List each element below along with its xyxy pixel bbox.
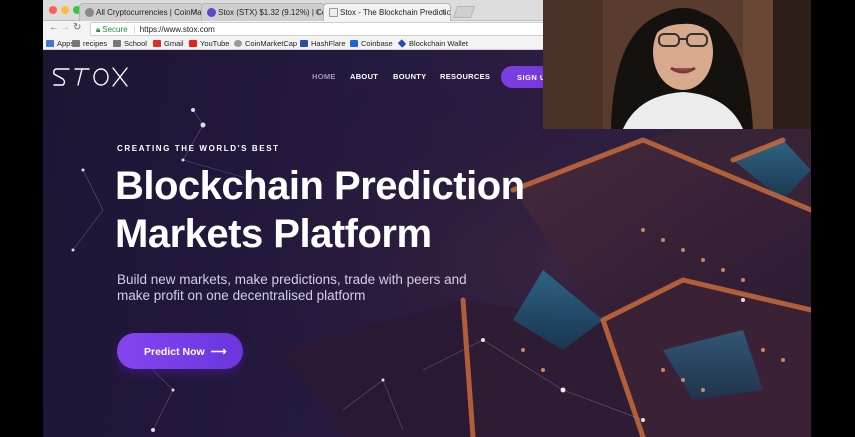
bookmark-label: YouTube [200,39,230,48]
bookmark-label: Coinbase [361,39,393,48]
forward-arrow-icon[interactable]: → [60,22,70,33]
secure-label: Secure [102,25,128,34]
folder-icon [72,40,80,47]
coinmarketcap-favicon-icon [85,8,94,17]
bookmark-blockchain-wallet[interactable]: Blockchain Wallet [397,39,468,48]
minimize-window-icon[interactable] [61,6,69,14]
youtube-icon [189,40,197,47]
hero-eyebrow: CREATING THE WORLD'S BEST [117,144,280,153]
tab-stox-site[interactable]: Stox - The Blockchain Predictio × [323,3,451,21]
bookmark-hashflare[interactable]: HashFlare [300,39,346,48]
bookmark-label: CoinMarketCap [245,39,298,48]
bookmark-youtube[interactable]: YouTube [189,39,229,48]
folder-icon [113,40,121,47]
bookmark-label: Gmail [164,39,184,48]
bookmark-coinbase[interactable]: Coinbase [350,39,393,48]
predict-now-button[interactable]: Predict Now ⟶ [117,333,243,369]
bookmark-school[interactable]: School [113,39,147,48]
hero-subtitle: Build new markets, make predictions, tra… [117,272,517,304]
tab-close-icon[interactable]: × [315,7,320,17]
bookmark-recipes[interactable]: recipes [72,39,107,48]
nav-about[interactable]: ABOUT [350,72,378,81]
hashflare-icon [300,40,308,47]
bookmark-label: HashFlare [311,39,346,48]
url-separator: | [133,25,136,34]
tab-stox-price[interactable]: Stox (STX) $1.32 (9.12%) | Co × [201,3,325,21]
reload-icon[interactable]: ↻ [73,22,81,33]
stox-favicon-icon [207,8,216,17]
coinbase-icon [350,40,358,47]
headline-line-1: Blockchain Prediction [115,164,525,208]
subtitle-line-2: make profit on one decentralised platfor… [117,288,366,303]
tab-title: All Cryptocurrencies | CoinMa [96,8,202,17]
coinmarketcap-icon [234,40,242,47]
back-arrow-icon[interactable]: ← [49,22,59,33]
tab-title: Stox (STX) $1.32 (9.12%) | Co [218,8,325,17]
predict-now-label: Predict Now [144,346,205,358]
arrow-right-icon: ⟶ [210,346,227,358]
tab-title: Stox - The Blockchain Predictio [340,8,451,17]
webcam-overlay [543,0,811,129]
page-favicon-icon [329,8,338,17]
lock-icon: 🔒︎ [96,25,101,34]
bookmark-label: Blockchain Wallet [409,39,468,48]
stox-logo[interactable] [53,64,129,90]
nav-home[interactable]: HOME [312,72,336,81]
hero-headline: Blockchain Prediction Markets Platform [115,162,635,258]
tab-close-icon[interactable]: × [193,7,198,17]
headline-line-2: Markets Platform [115,212,432,256]
presenter-video-frame [543,0,811,129]
bookmark-label: School [124,39,147,48]
close-window-icon[interactable] [49,6,57,14]
tab-close-icon[interactable]: × [441,7,446,17]
nav-resources[interactable]: RESOURCES [440,72,490,81]
bookmark-label: recipes [83,39,108,48]
new-tab-button[interactable] [452,6,476,18]
bookmark-apps[interactable]: Apps [46,39,74,48]
url-text: https://www.stox.com [139,25,215,34]
blockchain-icon [397,39,407,48]
gmail-icon [153,40,161,47]
subtitle-line-1: Build new markets, make predictions, tra… [117,272,467,287]
bookmark-gmail[interactable]: Gmail [153,39,184,48]
bookmark-coinmarketcap[interactable]: CoinMarketCap [234,39,297,48]
apps-grid-icon [46,40,54,47]
nav-bounty[interactable]: BOUNTY [393,72,426,81]
tab-coinmarketcap[interactable]: All Cryptocurrencies | CoinMa × [79,3,203,21]
